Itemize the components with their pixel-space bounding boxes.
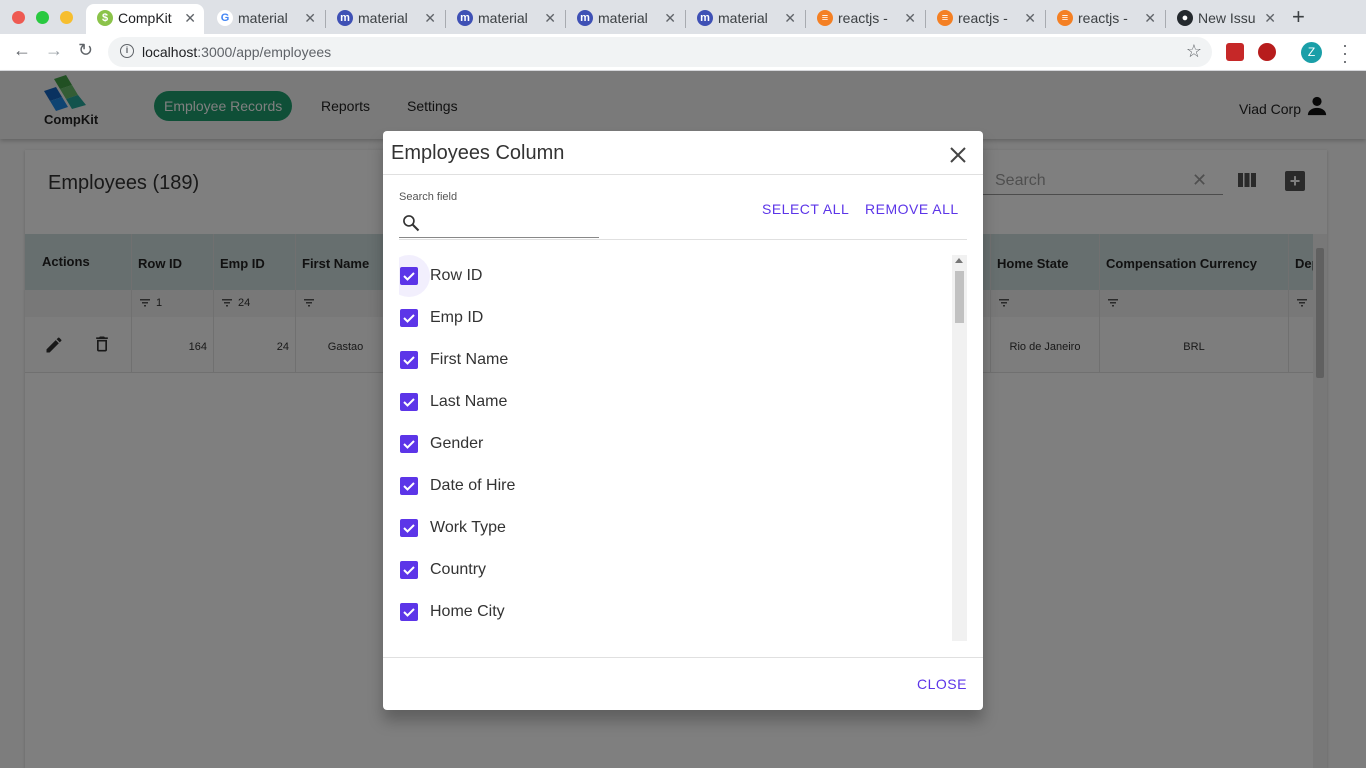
stackoverflow-favicon-icon: ≡ xyxy=(937,10,953,26)
material-favicon-icon: m xyxy=(337,10,353,26)
url-path: :3000/app/employees xyxy=(197,44,332,60)
list-item[interactable]: Gender xyxy=(399,423,939,465)
profile-avatar[interactable]: Z xyxy=(1301,42,1322,63)
address-bar: ← → ↻ i localhost:3000/app/employees ☆ Z… xyxy=(0,34,1366,71)
close-button[interactable]: CLOSE xyxy=(917,676,967,692)
extension-ublock-icon[interactable] xyxy=(1258,43,1276,61)
browser-tab-bar: $ CompKit ✕ G material ✕ m material ✕ m … xyxy=(0,0,1366,34)
window-maximize-button[interactable] xyxy=(36,11,49,24)
github-favicon-icon: ● xyxy=(1177,10,1193,26)
check-icon xyxy=(403,314,415,323)
check-icon xyxy=(403,398,415,407)
tab-close-icon[interactable]: ✕ xyxy=(184,4,196,32)
list-item-label: Gender xyxy=(430,435,484,452)
list-item[interactable]: First Name xyxy=(399,339,939,381)
compkit-favicon-icon: $ xyxy=(97,10,113,26)
list-item[interactable]: Country xyxy=(399,549,939,591)
list-item[interactable]: Row ID xyxy=(399,255,939,297)
tab-material-2[interactable]: m material ✕ xyxy=(326,4,444,34)
browser-menu-icon[interactable]: · · · xyxy=(1342,36,1348,70)
check-icon xyxy=(403,440,415,449)
material-favicon-icon: m xyxy=(697,10,713,26)
tab-close-icon[interactable]: ✕ xyxy=(784,4,796,32)
stackoverflow-favicon-icon: ≡ xyxy=(1057,10,1073,26)
check-icon xyxy=(403,608,415,617)
check-icon xyxy=(403,272,415,281)
checkbox-checked[interactable] xyxy=(400,435,418,453)
url-omnibox[interactable]: i localhost:3000/app/employees ☆ xyxy=(108,37,1212,67)
url-host: localhost xyxy=(142,44,198,60)
checkbox-checked[interactable] xyxy=(400,393,418,411)
list-item[interactable]: Work Type xyxy=(399,507,939,549)
list-item-label: First Name xyxy=(430,351,509,368)
back-arrow-icon[interactable]: ← xyxy=(13,40,31,61)
material-favicon-icon: m xyxy=(577,10,593,26)
column-checkbox-list: Row ID Emp ID First Name Last Name Gende… xyxy=(399,255,952,641)
tab-material-5[interactable]: m material ✕ xyxy=(686,4,804,34)
reload-icon[interactable]: ↻ xyxy=(78,40,93,61)
check-icon xyxy=(403,356,415,365)
extension-red-icon[interactable] xyxy=(1226,43,1244,61)
stackoverflow-favicon-icon: ≡ xyxy=(817,10,833,26)
checkbox-checked[interactable] xyxy=(400,561,418,579)
checkbox-checked[interactable] xyxy=(400,351,418,369)
list-item[interactable]: Last Name xyxy=(399,381,939,423)
checkbox-checked[interactable] xyxy=(400,309,418,327)
employees-column-dialog: Employees Column Search field SELECT ALL… xyxy=(383,131,983,710)
info-icon[interactable]: i xyxy=(120,44,134,58)
list-item-label: Work Type xyxy=(430,519,506,536)
list-item-label: Last Name xyxy=(430,393,508,410)
list-item-label: Home City xyxy=(430,603,505,620)
checkbox-checked[interactable] xyxy=(400,477,418,495)
tab-close-icon[interactable]: ✕ xyxy=(1144,4,1156,32)
tab-new-issue[interactable]: ● New Issu ✕ xyxy=(1166,4,1284,34)
tab-material-3[interactable]: m material ✕ xyxy=(446,4,564,34)
tab-reactjs-1[interactable]: ≡ reactjs - ✕ xyxy=(806,4,924,34)
window-close-button[interactable] xyxy=(12,11,25,24)
window-minimize-button[interactable] xyxy=(60,11,73,24)
tab-close-icon[interactable]: ✕ xyxy=(1024,4,1036,32)
dialog-title: Employees Column xyxy=(391,142,565,164)
tab-material-4[interactable]: m material ✕ xyxy=(566,4,684,34)
dialog-close-icon[interactable] xyxy=(949,146,967,164)
checkbox-checked[interactable] xyxy=(400,267,418,285)
check-icon xyxy=(403,566,415,575)
tab-close-icon[interactable]: ✕ xyxy=(424,4,436,32)
tab-close-icon[interactable]: ✕ xyxy=(664,4,676,32)
tab-close-icon[interactable]: ✕ xyxy=(904,4,916,32)
list-item-label: Emp ID xyxy=(430,309,484,326)
list-item-label: Row ID xyxy=(430,267,483,284)
bookmark-star-icon[interactable]: ☆ xyxy=(1186,41,1202,62)
list-item-label: Date of Hire xyxy=(430,477,516,494)
column-list-scrollbar[interactable] xyxy=(952,255,967,641)
list-item[interactable]: Home City xyxy=(399,591,939,633)
new-tab-plus-icon[interactable]: + xyxy=(1292,4,1305,30)
search-field-label: Search field xyxy=(399,191,458,203)
scroll-up-arrow-icon[interactable] xyxy=(955,258,963,263)
checkbox-checked[interactable] xyxy=(400,603,418,621)
tab-close-icon[interactable]: ✕ xyxy=(1264,4,1276,32)
tab-compkit[interactable]: $ CompKit ✕ xyxy=(86,4,204,34)
list-item-label: Country xyxy=(430,561,487,578)
select-all-button[interactable]: SELECT ALL xyxy=(762,201,849,217)
checkbox-checked[interactable] xyxy=(400,519,418,537)
tab-material-google[interactable]: G material ✕ xyxy=(206,4,324,34)
check-icon xyxy=(403,482,415,491)
tab-reactjs-3[interactable]: ≡ reactjs - ✕ xyxy=(1046,4,1164,34)
search-field-input[interactable] xyxy=(399,237,599,238)
google-favicon-icon: G xyxy=(217,10,233,26)
tab-reactjs-2[interactable]: ≡ reactjs - ✕ xyxy=(926,4,1044,34)
material-favicon-icon: m xyxy=(457,10,473,26)
tab-close-icon[interactable]: ✕ xyxy=(544,4,556,32)
list-item[interactable]: Date of Hire xyxy=(399,465,939,507)
remove-all-button[interactable]: REMOVE ALL xyxy=(865,201,959,217)
forward-arrow-icon[interactable]: → xyxy=(45,40,63,61)
check-icon xyxy=(403,524,415,533)
list-item[interactable]: Emp ID xyxy=(399,297,939,339)
search-icon xyxy=(403,215,420,232)
tab-close-icon[interactable]: ✕ xyxy=(304,4,316,32)
